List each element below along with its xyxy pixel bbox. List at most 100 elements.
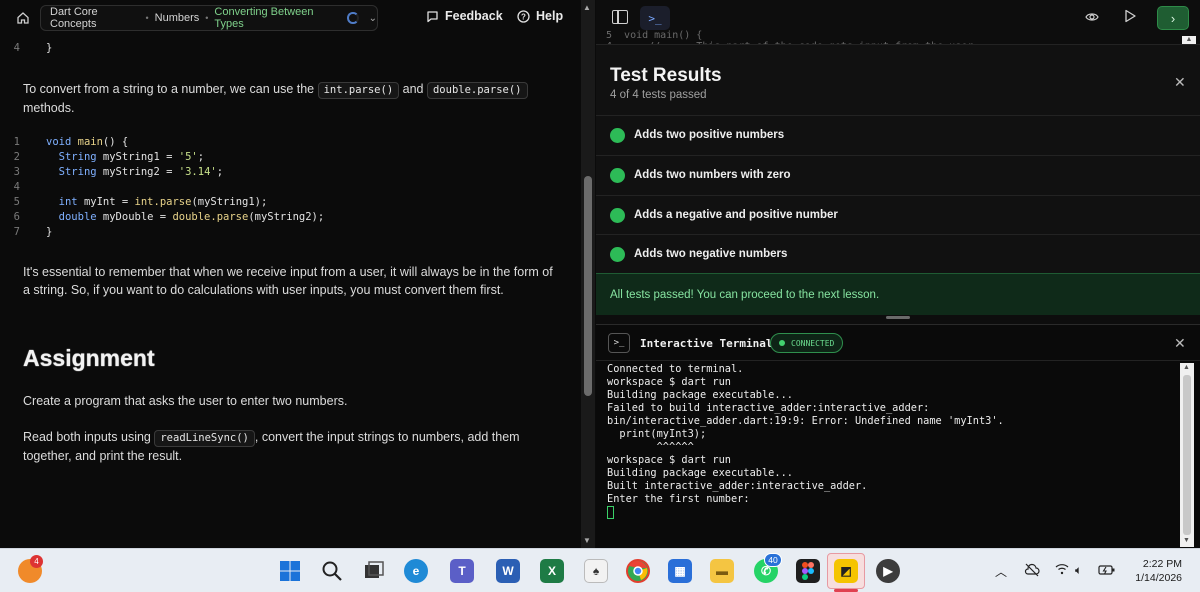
clock-time: 2:22 PM — [1142, 558, 1182, 570]
paragraph-assignment-task: Create a program that asks the user to e… — [23, 394, 348, 408]
keyword: int — [58, 195, 78, 208]
scrollbar-thumb[interactable] — [584, 176, 592, 396]
help-button[interactable]: ? Help — [517, 9, 563, 23]
task-view-icon[interactable] — [362, 559, 386, 583]
connection-status-label: CONNECTED — [791, 338, 835, 348]
line-number: 7 — [13, 225, 20, 238]
workspace-pane: >_ › 5 void main() { 4 // This part of t… — [596, 0, 1200, 548]
sidebar-toggle-icon[interactable] — [612, 10, 628, 24]
word-icon[interactable]: W — [496, 559, 520, 583]
system-clock[interactable]: 2:22 PM 1/14/2026 — [1118, 557, 1182, 585]
scrollbar-thumb[interactable] — [1183, 375, 1191, 535]
cloud-offline-icon[interactable] — [1024, 563, 1040, 580]
test-row[interactable]: Adds two positive numbers — [596, 115, 1200, 154]
line-number: 2 — [13, 150, 20, 163]
paragraph-assignment-details: Read both inputs using readLineSync(), c… — [23, 428, 563, 465]
assignment-heading: Assignment — [23, 345, 155, 371]
media-player-icon[interactable]: ▶ — [876, 559, 900, 583]
feedback-button[interactable]: Feedback — [426, 9, 503, 23]
scroll-up-arrow-icon[interactable]: ▲ — [1183, 364, 1190, 371]
close-icon[interactable]: ✕ — [1174, 335, 1186, 352]
chevron-down-icon[interactable]: ⌄ — [369, 13, 377, 24]
code-text: int myInt = int.parse(myString1); — [58, 195, 268, 208]
code-text: void main() { — [46, 135, 129, 148]
solitaire-icon[interactable]: ♠ — [584, 559, 608, 583]
test-label: Adds two numbers with zero — [634, 169, 791, 181]
code-text: } — [46, 41, 53, 54]
para-text: Read both inputs using — [23, 430, 151, 444]
para-text: and — [402, 82, 424, 96]
panel-resize-handle[interactable] — [886, 316, 910, 319]
test-results-title: Test Results — [610, 65, 722, 86]
terminal-tab-button[interactable]: >_ — [640, 6, 670, 30]
figma-icon[interactable] — [796, 559, 820, 583]
function-name: double.parse — [172, 210, 249, 223]
line-number: 6 — [13, 210, 20, 223]
preview-eye-icon[interactable] — [1085, 10, 1099, 27]
terminal-cursor[interactable] — [607, 506, 614, 519]
test-row[interactable]: Adds a negative and positive number — [596, 195, 1200, 234]
code-line: 2 String myString1 = '5'; — [0, 149, 204, 164]
whatsapp-badge: 40 — [764, 553, 782, 567]
excel-icon[interactable]: X — [540, 559, 564, 583]
lesson-scrollbar[interactable]: ▲ ▼ — [581, 0, 595, 548]
inline-code-double-parse: double.parse() — [426, 82, 528, 99]
scroll-up-arrow-icon[interactable]: ▲ — [583, 3, 591, 12]
function-name: int.parse — [134, 195, 192, 208]
code-line: 5 int myInt = int.parse(myString1); — [0, 194, 268, 209]
chrome-icon[interactable] — [626, 559, 650, 583]
lesson-topbar: Dart Core Concepts • Numbers • Convertin… — [0, 0, 580, 36]
test-label: Adds a negative and positive number — [634, 209, 838, 221]
function-name: main — [77, 135, 103, 148]
battery-icon[interactable] — [1098, 563, 1116, 580]
feedback-label: Feedback — [445, 9, 503, 23]
play-icon[interactable] — [1122, 8, 1138, 24]
code-text: String myString2 = '3.14'; — [58, 165, 224, 178]
start-windows-icon[interactable] — [278, 559, 302, 583]
string-literal: '5' — [178, 150, 198, 163]
scroll-down-arrow-icon[interactable]: ▼ — [1183, 537, 1190, 544]
breadcrumb-separator-icon: • — [145, 13, 149, 23]
terminal-header: >_ Interactive Terminal CONNECTED ✕ — [596, 325, 1200, 361]
terminal-output-text: Connected to terminal. workspace $ dart … — [607, 363, 1004, 505]
terminal-title: Interactive Terminal — [640, 337, 773, 350]
paragraph-parse-intro: To convert from a string to a number, we… — [23, 80, 563, 117]
terminal-scrollbar[interactable]: ▲ ▼ — [1180, 363, 1194, 547]
teams-icon[interactable]: T — [450, 559, 474, 583]
sticky-notes-icon[interactable]: ◩ — [834, 559, 858, 583]
breadcrumb-course[interactable]: Dart Core Concepts — [50, 6, 139, 30]
weather-badge: 4 — [30, 555, 43, 568]
svg-text:?: ? — [521, 12, 526, 21]
paragraph-user-input-note: It's essential to remember that when we … — [23, 265, 553, 297]
code-text: } — [46, 225, 53, 238]
para-text: methods. — [23, 101, 75, 115]
inline-code-readlinesync: readLineSync() — [154, 430, 255, 447]
home-icon[interactable] — [12, 7, 34, 29]
file-explorer-icon[interactable]: ▬ — [710, 559, 734, 583]
lesson-pane: Dart Core Concepts • Numbers • Convertin… — [0, 0, 580, 548]
test-row[interactable]: Adds two negative numbers — [596, 234, 1200, 273]
help-label: Help — [536, 9, 564, 23]
test-results-panel: Test Results 4 of 4 tests passed ✕ Adds … — [596, 44, 1200, 315]
wifi-icon[interactable] — [1055, 563, 1069, 578]
inline-code-int-parse: int.parse() — [317, 82, 400, 99]
chat-bubble-icon — [427, 10, 438, 22]
help-circle-icon: ? — [517, 9, 530, 23]
volume-icon[interactable]: 🔈︎ — [1075, 563, 1082, 578]
breadcrumb[interactable]: Dart Core Concepts • Numbers • Convertin… — [40, 5, 378, 31]
terminal-icon: >_ — [608, 333, 630, 353]
line-number: 1 — [13, 135, 20, 148]
show-hidden-icons-chevron-icon[interactable]: ︿ — [995, 563, 1007, 580]
interactive-terminal[interactable]: >_ Interactive Terminal CONNECTED ✕ Conn… — [596, 324, 1200, 548]
scroll-down-arrow-icon[interactable]: ▼ — [583, 536, 591, 545]
edge-browser-icon[interactable]: e — [404, 559, 428, 583]
search-icon[interactable] — [320, 559, 344, 583]
microsoft-store-icon[interactable]: ▦ — [668, 559, 692, 583]
test-row[interactable]: Adds two numbers with zero — [596, 155, 1200, 194]
all-tests-passed-banner: All tests passed! You can proceed to the… — [596, 273, 1200, 315]
pass-check-icon — [610, 207, 625, 223]
breadcrumb-section[interactable]: Numbers — [155, 12, 200, 24]
terminal-output[interactable]: Connected to terminal. workspace $ dart … — [607, 363, 1167, 520]
run-button[interactable]: › — [1157, 6, 1189, 30]
close-icon[interactable]: ✕ — [1174, 74, 1186, 91]
